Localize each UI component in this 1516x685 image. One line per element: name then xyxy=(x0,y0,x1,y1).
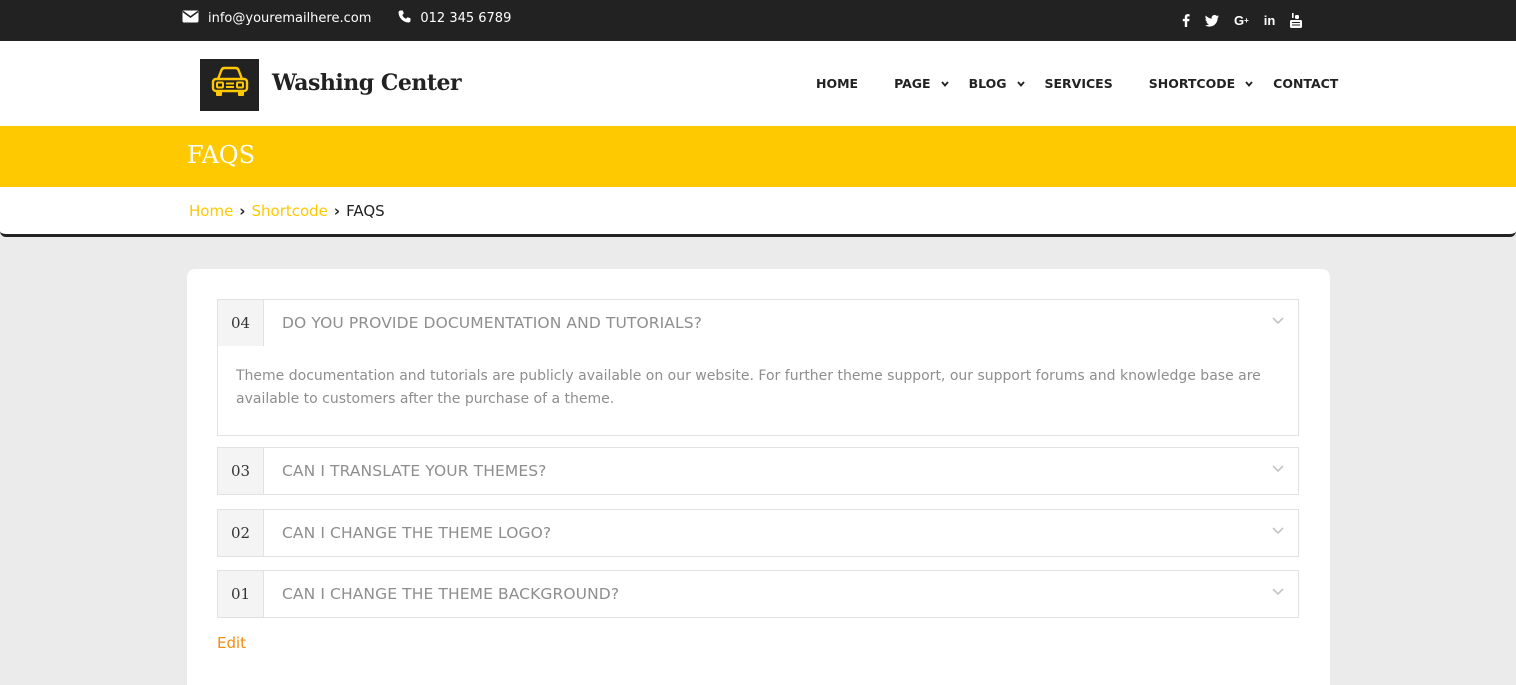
google-plus-icon[interactable]: G + xyxy=(1234,13,1249,28)
nav-label: SERVICES xyxy=(1044,76,1113,91)
email-text: info@youremailhere.com xyxy=(208,11,372,26)
nav-shortcode[interactable]: SHORTCODE xyxy=(1149,76,1257,91)
nav-label: BLOG xyxy=(968,76,1007,91)
car-icon xyxy=(209,66,251,105)
site-header: Washing Center HOME PAGE BLOG SERVICES S… xyxy=(0,41,1516,126)
logo[interactable] xyxy=(200,59,259,111)
nav-label: PAGE xyxy=(894,76,931,91)
faq-number: 03 xyxy=(218,448,264,494)
facebook-icon[interactable] xyxy=(1182,14,1190,27)
breadcrumb: Home › Shortcode › FAQS xyxy=(189,202,385,220)
nav-home[interactable]: HOME xyxy=(816,76,858,91)
breadcrumb-shortcode-link[interactable]: Shortcode xyxy=(251,202,327,220)
breadcrumb-bar: Home › Shortcode › FAQS xyxy=(0,187,1516,237)
nav-label: SHORTCODE xyxy=(1148,76,1236,91)
chevron-down-icon[interactable] xyxy=(1272,317,1284,325)
envelope-icon xyxy=(182,10,208,27)
social-links: G + in xyxy=(1182,0,1317,41)
chevron-down-icon xyxy=(940,80,949,87)
twitter-icon[interactable] xyxy=(1205,14,1219,27)
phone-icon xyxy=(398,10,420,27)
email-contact[interactable]: info@youremailhere.com xyxy=(182,10,371,27)
faq-card: 04 DO YOU PROVIDE DOCUMENTATION AND TUTO… xyxy=(187,269,1330,685)
faq-item: 03 CAN I TRANSLATE YOUR THEMES? xyxy=(217,447,1299,495)
contact-info: info@youremailhere.com 012 345 6789 xyxy=(182,0,538,37)
chevron-down-icon xyxy=(1245,80,1253,87)
nav-blog[interactable]: BLOG xyxy=(969,76,1029,91)
nav-label: HOME xyxy=(816,76,859,91)
faq-number: 02 xyxy=(218,510,264,556)
faq-header[interactable]: 03 CAN I TRANSLATE YOUR THEMES? xyxy=(218,448,1298,494)
faq-header[interactable]: 02 CAN I CHANGE THE THEME LOGO? xyxy=(218,510,1298,556)
youtube-icon[interactable] xyxy=(1290,13,1303,28)
nav-label: CONTACT xyxy=(1273,76,1339,91)
faq-number: 04 xyxy=(218,300,264,346)
breadcrumb-home-link[interactable]: Home xyxy=(189,202,233,220)
breadcrumb-current: FAQS xyxy=(346,202,385,220)
chevron-down-icon xyxy=(1016,80,1025,87)
faq-item: 02 CAN I CHANGE THE THEME LOGO? xyxy=(217,509,1299,557)
nav-contact[interactable]: CONTACT xyxy=(1273,76,1338,91)
faq-header[interactable]: 04 DO YOU PROVIDE DOCUMENTATION AND TUTO… xyxy=(218,300,1298,346)
nav-services[interactable]: SERVICES xyxy=(1045,76,1113,91)
top-bar: info@youremailhere.com 012 345 6789 G + i… xyxy=(0,0,1516,41)
faq-question: CAN I CHANGE THE THEME LOGO? xyxy=(282,524,552,542)
faq-question: CAN I CHANGE THE THEME BACKGROUND? xyxy=(282,585,620,603)
faq-question: DO YOU PROVIDE DOCUMENTATION AND TUTORIA… xyxy=(282,314,703,332)
page-title: FAQS xyxy=(187,141,256,169)
brand-name[interactable]: Washing Center xyxy=(272,70,462,96)
faq-question: CAN I TRANSLATE YOUR THEMES? xyxy=(282,462,547,480)
faq-answer: Theme documentation and tutorials are pu… xyxy=(236,368,1261,407)
chevron-down-icon[interactable] xyxy=(1272,588,1284,596)
page-title-banner: FAQS xyxy=(0,126,1516,187)
breadcrumb-separator: › xyxy=(239,202,246,220)
faq-number: 01 xyxy=(218,571,264,617)
chevron-down-icon[interactable] xyxy=(1272,527,1284,535)
linkedin-icon[interactable]: in xyxy=(1264,13,1276,28)
faq-item: 04 DO YOU PROVIDE DOCUMENTATION AND TUTO… xyxy=(217,299,1299,436)
breadcrumb-separator: › xyxy=(333,202,341,220)
phone-contact[interactable]: 012 345 6789 xyxy=(398,10,511,27)
nav-page[interactable]: PAGE xyxy=(894,76,953,91)
faq-header[interactable]: 01 CAN I CHANGE THE THEME BACKGROUND? xyxy=(218,571,1298,617)
faq-item: 01 CAN I CHANGE THE THEME BACKGROUND? xyxy=(217,570,1299,618)
edit-link[interactable]: Edit xyxy=(217,634,246,652)
chevron-down-icon[interactable] xyxy=(1272,465,1284,473)
phone-text: 012 345 6789 xyxy=(420,11,512,26)
main-nav: HOME PAGE BLOG SERVICES SHORTCODE CONTAC… xyxy=(816,41,1338,126)
